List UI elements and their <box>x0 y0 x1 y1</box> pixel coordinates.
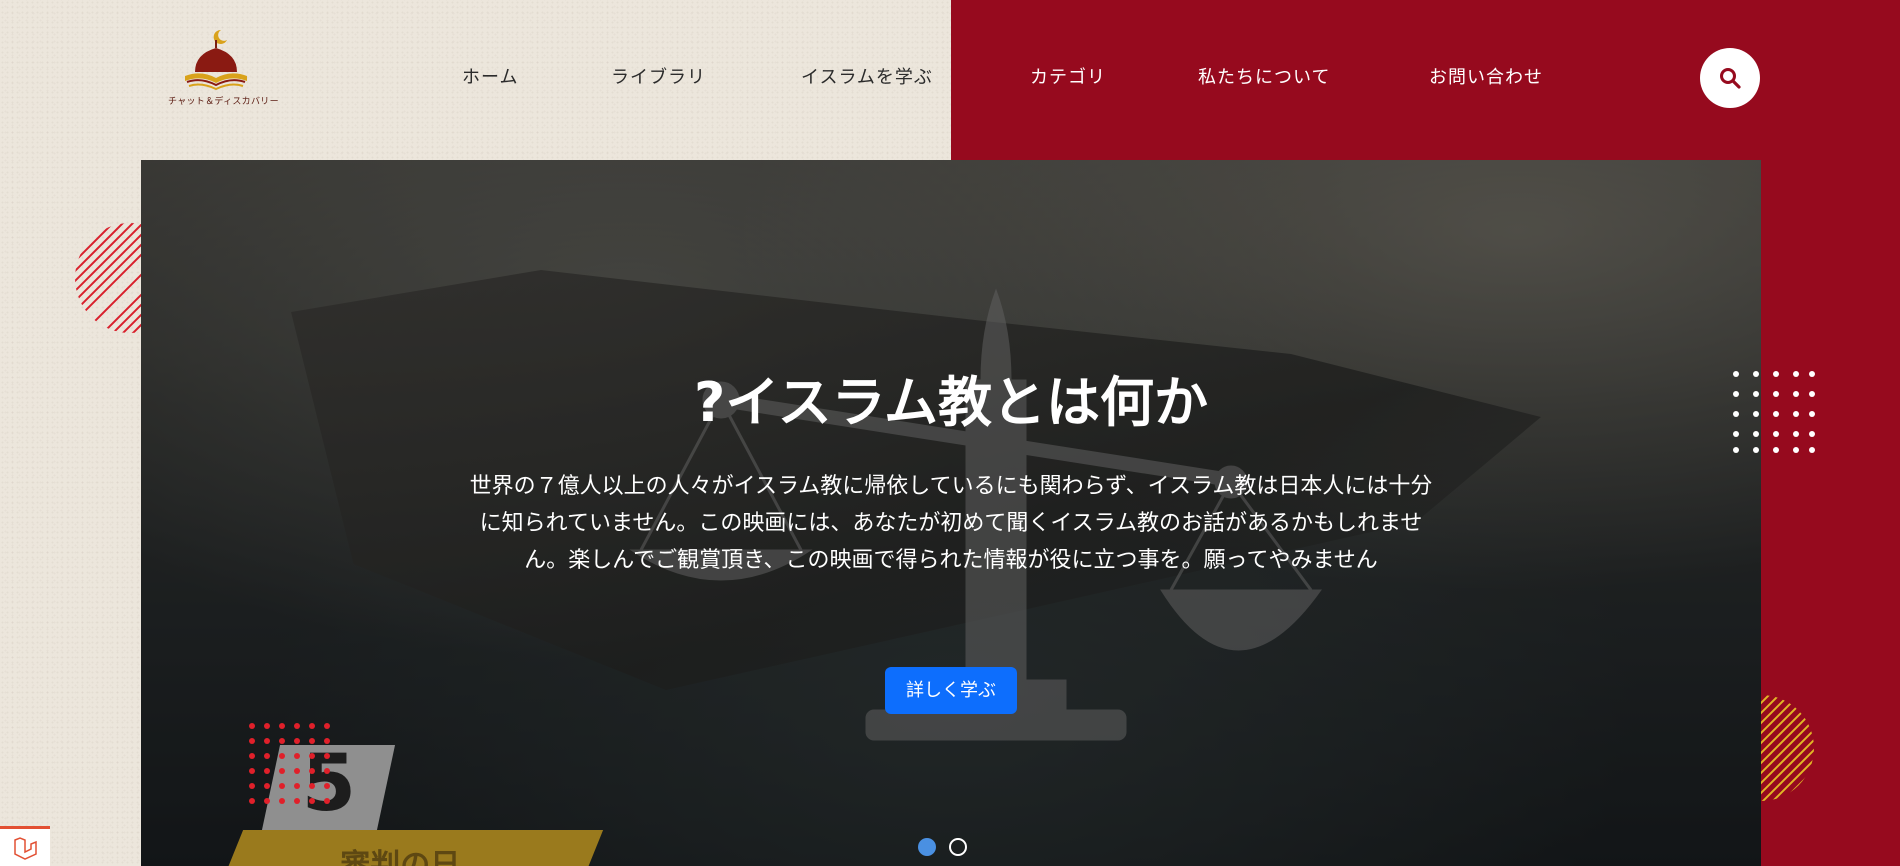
episode-title-band: 審判の日 <box>218 830 604 866</box>
framework-debug-widget[interactable] <box>0 826 50 866</box>
carousel-dot-1[interactable] <box>918 838 936 856</box>
nav-item-contact[interactable]: お問い合わせ <box>1429 66 1543 90</box>
decorative-hatched-circle-yellow <box>1761 695 1814 801</box>
main-nav: ホーム ライブラリ イスラムを学ぶ カテゴリ 私たちについて お問い合わせ <box>0 66 1900 90</box>
hero-slider: ?イスラム教とは何か 世界の７億人以上の人々がイスラム教に帰依しているにも関わら… <box>141 160 1761 866</box>
nav-item-category[interactable]: カテゴリ <box>1030 66 1106 90</box>
nav-item-home[interactable]: ホーム <box>462 66 518 90</box>
search-icon <box>1720 68 1741 89</box>
nav-item-learn-islam[interactable]: イスラムを学ぶ <box>801 66 933 90</box>
learn-more-button[interactable]: 詳しく学ぶ <box>885 667 1017 714</box>
decorative-dot-grid-white <box>1733 371 1815 453</box>
laravel-icon <box>14 836 37 860</box>
episode-title: 審判の日 <box>340 848 461 866</box>
hero-title: ?イスラム教とは何か <box>693 371 1209 434</box>
logo-text: チャット＆ディスカバリー <box>168 97 279 107</box>
decorative-dot-grid-red <box>249 723 330 804</box>
carousel-indicators <box>918 838 978 858</box>
carousel-dot-2[interactable] <box>949 838 967 856</box>
nav-item-about-us[interactable]: 私たちについて <box>1198 66 1330 90</box>
search-button[interactable] <box>1700 48 1760 108</box>
hero-description: 世界の７億人以上の人々がイスラム教に帰依しているにも関わらず、イスラム教は日本人… <box>469 474 1433 573</box>
nav-item-library[interactable]: ライブラリ <box>611 66 706 90</box>
